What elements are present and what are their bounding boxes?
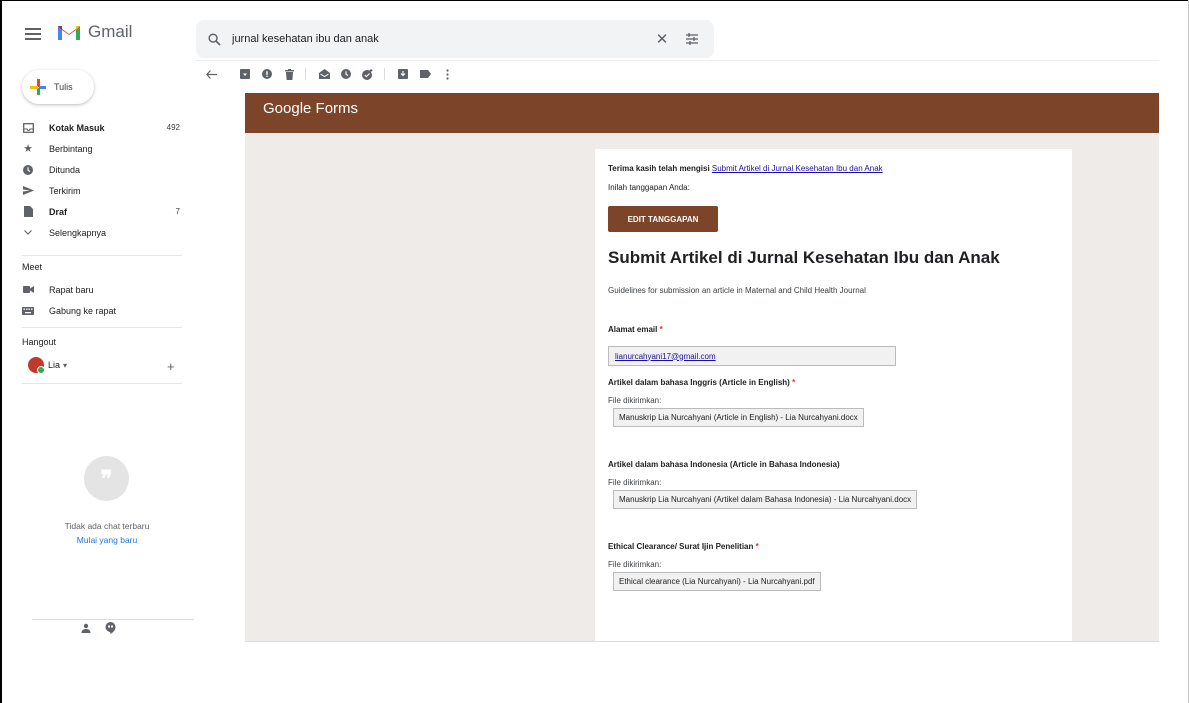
compose-button[interactable]: Tulis [22,70,94,104]
ethical-file-sent-label: File dikirimkan: [608,560,662,569]
main-menu-icon[interactable] [25,28,41,40]
form-link[interactable]: Submit Artikel di Jurnal Kesehatan Ibu d… [712,164,883,173]
caret-down-icon: ▾ [63,360,68,370]
compose-plus-icon [30,79,46,95]
chevron-down-icon [22,227,34,239]
avatar [28,357,45,374]
english-file-answer: Manuskrip Lia Nurcahyani (Article in Eng… [613,408,864,427]
drafts-count: 7 [175,207,180,216]
indonesian-file-answer: Manuskrip Lia Nurcahyani (Artikel dalam … [613,490,918,509]
chat-bubble-icon: ❞ [84,456,129,501]
sidebar-item-snoozed[interactable]: Ditunda [22,159,180,180]
snooze-icon[interactable] [340,68,352,80]
gmail-m-icon [58,26,80,40]
sidebar-item-sent[interactable]: Terkirim [22,180,180,201]
mail-nav: Kotak Masuk 492 ★ Berbintang Ditunda Ter… [22,117,180,243]
more-options-icon[interactable] [441,68,453,80]
add-to-tasks-icon[interactable] [362,68,374,80]
online-status-dot [37,366,45,374]
search-options-icon[interactable] [680,27,704,51]
delete-icon[interactable] [283,68,295,80]
start-new-chat-link[interactable]: Mulai yang baru [22,535,192,545]
meet-section-title: Meet [22,262,43,272]
send-icon [22,185,34,197]
mark-unread-icon[interactable] [318,68,330,80]
new-hangout-plus-icon[interactable]: + [167,359,175,374]
form-description: Guidelines for submission an article in … [608,286,866,295]
back-arrow-icon[interactable] [205,68,217,80]
search-icon[interactable] [196,20,232,58]
ethical-clearance-question-label: Ethical Clearance/ Surat Ijin Penelitian… [608,542,759,551]
english-file-sent-label: File dikirimkan: [608,396,662,405]
form-title: Submit Artikel di Jurnal Kesehatan Ibu d… [608,248,1000,267]
inbox-icon [22,122,34,134]
report-spam-icon[interactable] [261,68,273,80]
sidebar-item-new-meeting[interactable]: Rapat baru [22,279,180,300]
form-response-card: Terima kasih telah mengisi Submit Artike… [595,149,1072,641]
archive-icon[interactable] [239,68,251,80]
hangouts-icon[interactable] [104,622,116,634]
hangout-user-name: Lia [48,360,61,370]
indonesian-article-question-label: Artikel dalam bahasa Indonesia (Article … [608,460,840,469]
move-to-icon[interactable] [397,68,409,80]
contacts-icon[interactable] [80,622,92,634]
email-body: Google Forms Terima kasih telah mengisi … [245,93,1159,641]
no-chat-text: Tidak ada chat terbaru [64,521,150,531]
video-icon [22,284,34,296]
sidebar-item-drafts[interactable]: Draf 7 [22,201,180,222]
sidebar-item-starred[interactable]: ★ Berbintang [22,138,180,159]
english-article-question-label: Artikel dalam bahasa Inggris (Article in… [608,378,796,387]
clock-icon [22,164,34,176]
indonesian-file-sent-label: File dikirimkan: [608,478,662,487]
edit-response-button[interactable]: EDIT TANGGAPAN [608,206,718,232]
clear-search-icon[interactable]: ✕ [650,27,674,51]
search-input[interactable] [232,33,650,45]
email-answer-link[interactable]: lianurcahyani17@gmail.com [615,352,716,361]
gmail-logo[interactable]: Gmail [57,22,132,42]
email-question-label: Alamat email * [608,325,663,334]
google-forms-header: Google Forms [245,93,1159,133]
compose-label: Tulis [54,82,73,92]
hangout-user-status[interactable]: Lia ▾ [28,357,68,374]
label-icon[interactable] [419,68,431,80]
sidebar-item-more[interactable]: Selengkapnya [22,222,180,243]
keyboard-icon [22,305,34,317]
google-forms-logo: Google Forms [263,100,359,117]
message-toolbar [205,67,463,81]
email-answer-field: lianurcahyani17@gmail.com [608,346,896,366]
ethical-file-answer: Ethical clearance (Lia Nurcahyani) - Lia… [613,572,821,591]
search-bar[interactable]: ✕ [196,20,714,58]
thanks-message: Terima kasih telah mengisi Submit Artike… [608,164,883,173]
gmail-wordmark: Gmail [88,22,133,41]
inbox-count: 492 [166,123,180,132]
response-label: Inilah tanggapan Anda: [608,183,690,192]
draft-icon [22,206,34,218]
hangout-section-title: Hangout [22,337,57,347]
sidebar-item-inbox[interactable]: Kotak Masuk 492 [22,117,180,138]
meet-nav: Rapat baru Gabung ke rapat [22,279,180,321]
sidebar-item-join-meeting[interactable]: Gabung ke rapat [22,300,180,321]
star-icon: ★ [23,143,33,155]
